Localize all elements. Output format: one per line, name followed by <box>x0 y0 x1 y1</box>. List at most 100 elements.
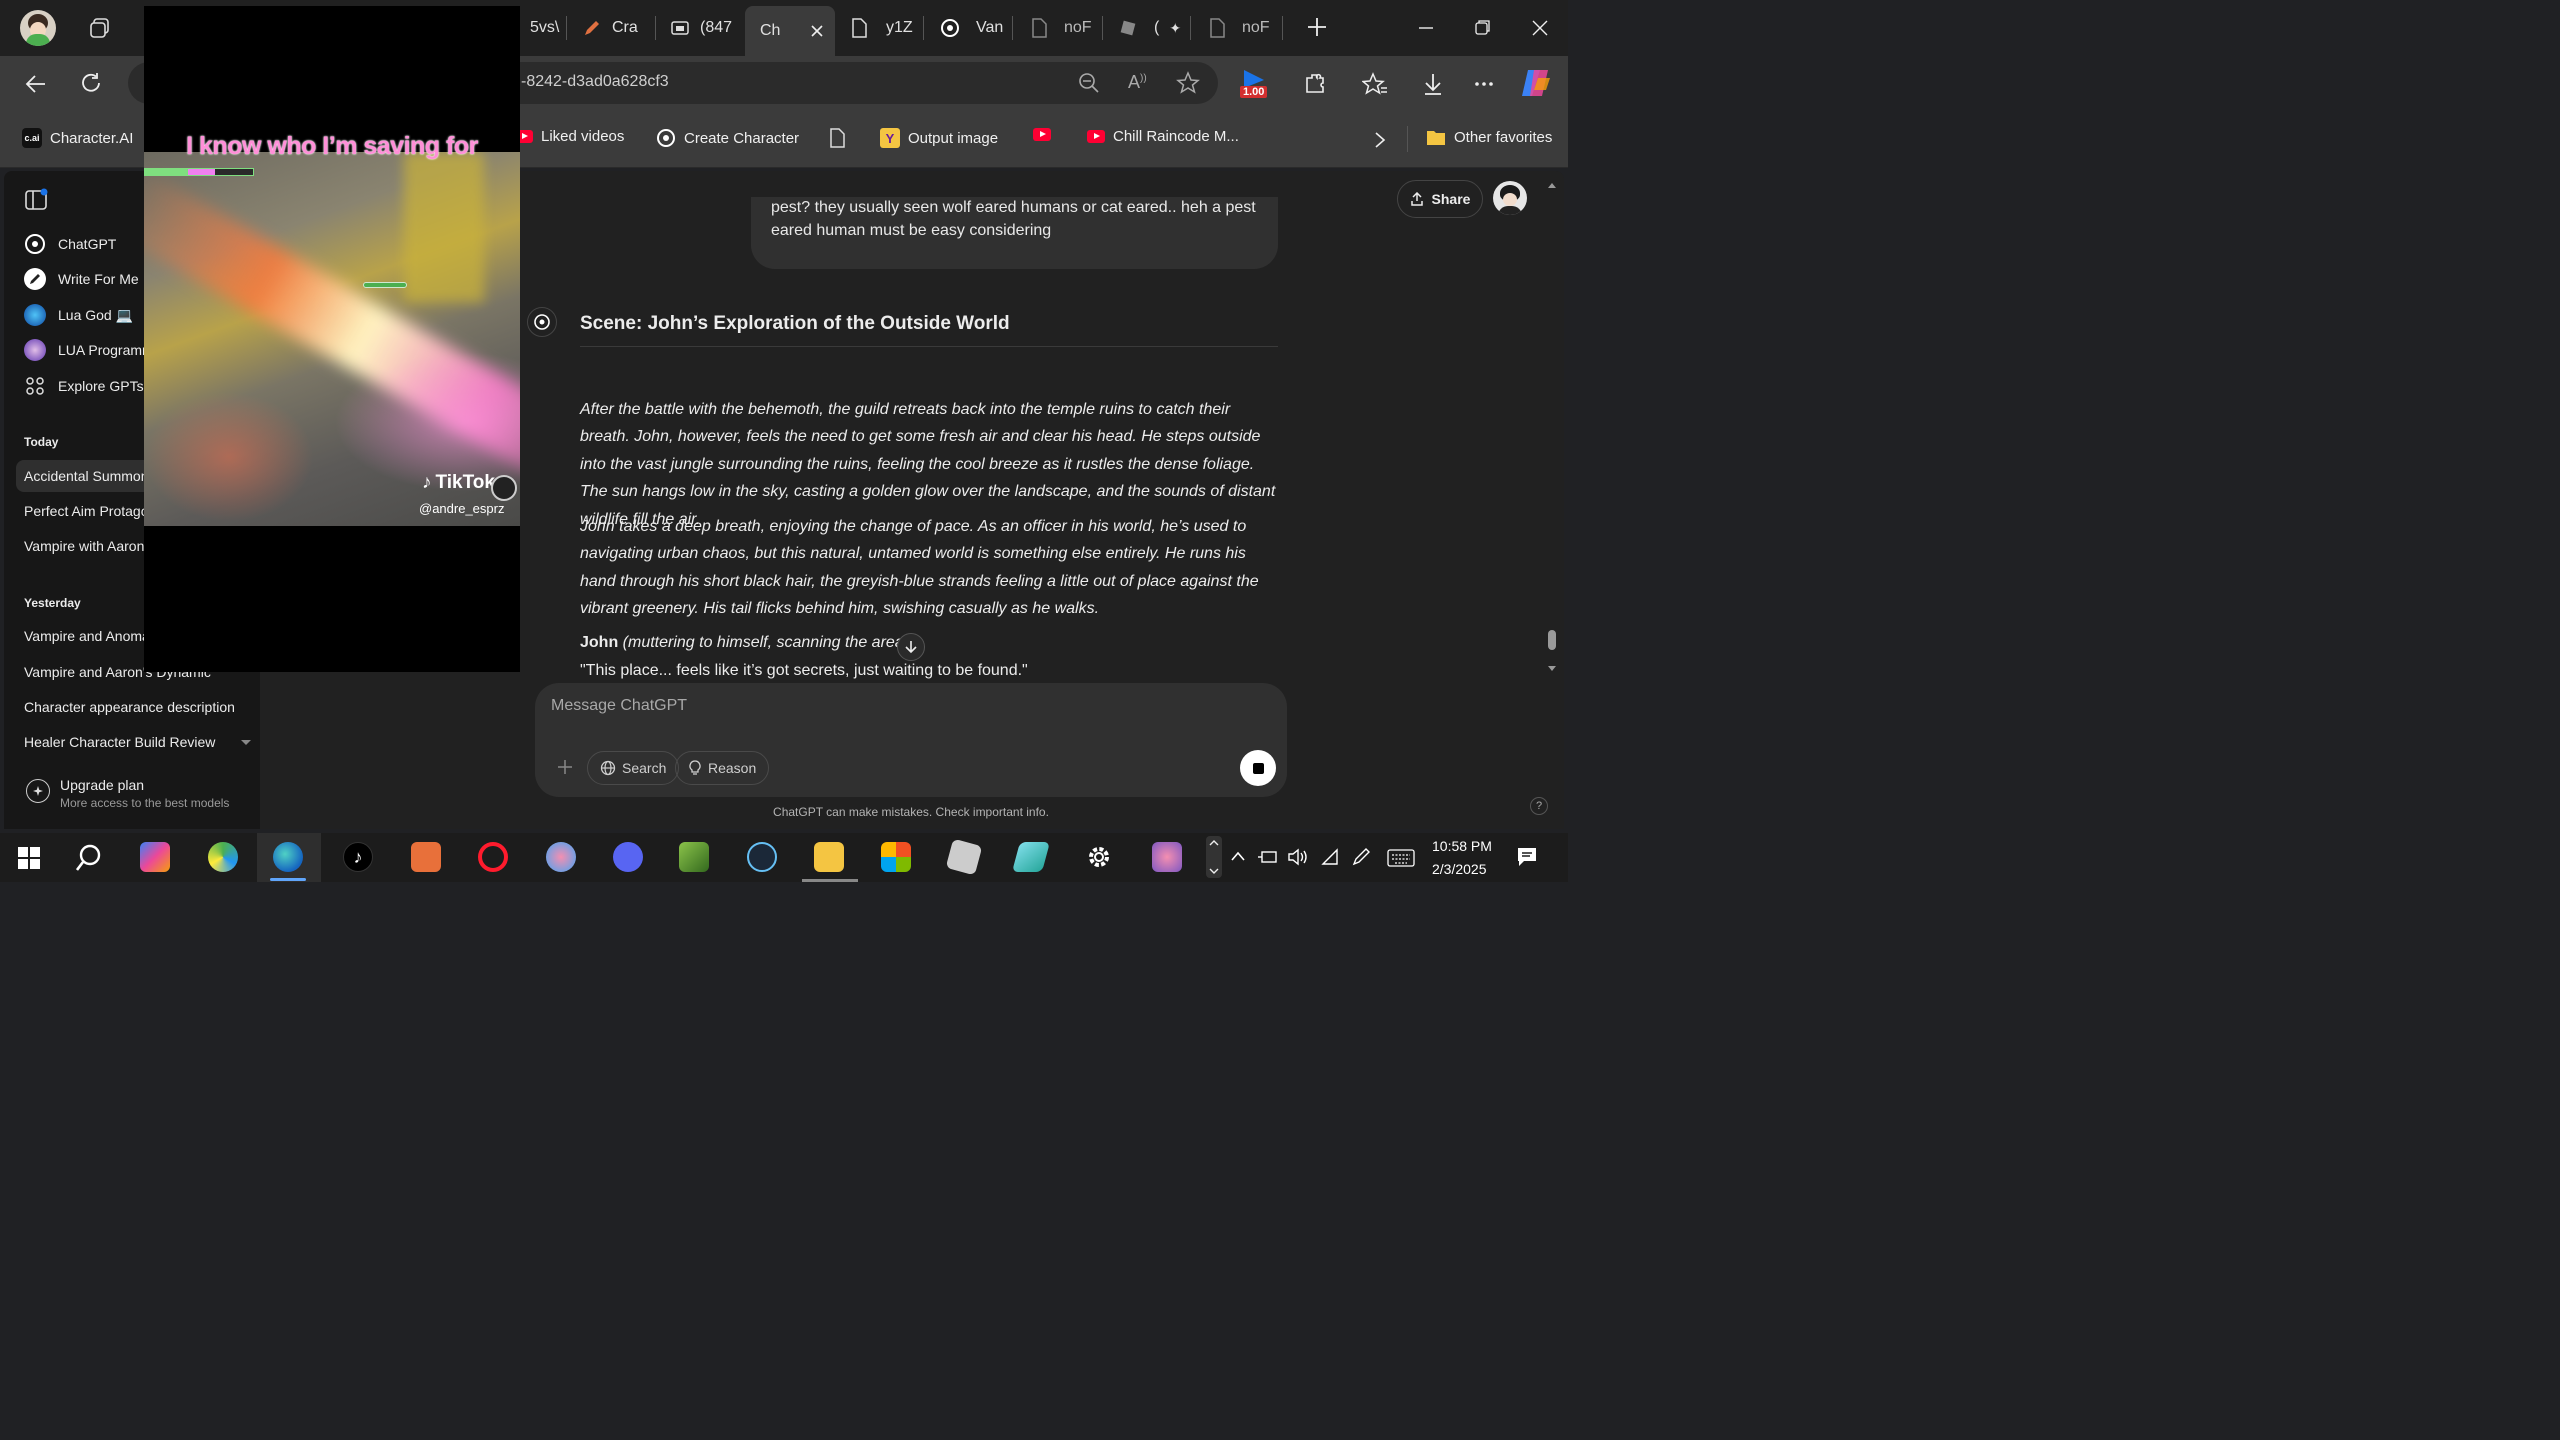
fav-page[interactable] <box>829 128 845 148</box>
favorites-icon[interactable] <box>1362 72 1388 96</box>
search-toggle-button[interactable]: Search <box>587 751 680 785</box>
fav-liked-videos[interactable]: Liked videos <box>515 128 624 145</box>
chat-history-item[interactable]: Healer Character Build Review <box>16 726 252 758</box>
wifi-icon[interactable] <box>1319 848 1341 866</box>
character-ai-icon: c.ai <box>22 128 42 148</box>
close-window-icon[interactable] <box>1532 20 1548 36</box>
active-indicator <box>270 878 306 881</box>
photos-app-icon[interactable] <box>208 842 238 872</box>
fav-other-favorites[interactable]: Other favorites <box>1426 128 1552 146</box>
share-button[interactable]: Share <box>1397 180 1483 218</box>
sidebar-item-chatgpt[interactable]: ChatGPT <box>24 233 116 255</box>
paint-app-icon[interactable] <box>546 842 576 872</box>
scroll-down-arrow-icon[interactable] <box>1547 665 1557 673</box>
sidebar-item-explore-gpts[interactable]: Explore GPTs <box>24 375 144 397</box>
openai-icon <box>656 128 676 148</box>
fav-create-character[interactable]: Create Character <box>656 128 799 148</box>
extensions-icon[interactable] <box>1303 72 1327 96</box>
anime-app-icon[interactable] <box>1152 842 1182 872</box>
tab-divider <box>1190 16 1191 40</box>
zoom-out-icon[interactable] <box>1078 72 1100 94</box>
tab-divider <box>1282 16 1283 40</box>
sidebar-toggle-icon[interactable] <box>24 187 50 213</box>
user-avatar[interactable] <box>1493 181 1527 215</box>
microsoft-store-icon[interactable] <box>881 842 911 872</box>
read-aloud-icon[interactable]: A)) <box>1128 72 1147 93</box>
media-icon <box>670 18 690 38</box>
battery-plug-icon[interactable] <box>1257 848 1279 866</box>
tab-title: ( <box>1154 19 1160 36</box>
minimize-icon[interactable] <box>1418 26 1434 30</box>
copilot-icon[interactable] <box>1520 68 1552 98</box>
chevron-up-icon[interactable] <box>1230 850 1246 862</box>
extension-video-speed-icon[interactable]: 1.00 <box>1240 68 1270 98</box>
restore-icon[interactable] <box>1475 19 1491 35</box>
scrollbar-thumb[interactable] <box>1548 630 1556 650</box>
edge-browser-icon[interactable] <box>273 842 303 872</box>
workspaces-icon[interactable] <box>88 16 112 40</box>
tab-5[interactable]: y1Z <box>840 8 920 48</box>
toolbox-app-icon[interactable] <box>411 842 441 872</box>
tiktok-app-icon[interactable]: ♪ <box>343 842 373 872</box>
chat-history-item[interactable]: Character appearance description <box>16 691 252 723</box>
user-message-bubble: pest? they usually seen wolf eared human… <box>751 197 1278 269</box>
tiktok-logo-icon: ♪ <box>422 472 432 493</box>
settings-gear-icon[interactable] <box>1086 844 1112 870</box>
stop-generating-button[interactable] <box>1240 750 1276 786</box>
roblox-app-icon[interactable] <box>945 838 983 876</box>
sidebar-item-lua-god[interactable]: Lua God 💻 <box>24 304 133 326</box>
back-icon[interactable] <box>24 72 48 96</box>
clock-time[interactable]: 10:58 PM <box>1432 838 1492 854</box>
tab-3[interactable]: (847 <box>660 8 742 48</box>
sidebar-item-label: ChatGPT <box>58 236 117 252</box>
tab-active-chatgpt[interactable]: Ch <box>745 6 835 56</box>
chevron-right-icon[interactable] <box>1374 131 1386 149</box>
fav-output-image[interactable]: Y Output image <box>880 128 998 148</box>
message-input[interactable]: Message ChatGPT <box>551 697 687 715</box>
tab-1[interactable]: 5vs\ <box>520 8 566 48</box>
steam-app-icon[interactable] <box>747 842 777 872</box>
scroll-to-bottom-button[interactable] <box>897 633 925 661</box>
tab-9[interactable]: noF <box>1198 8 1278 48</box>
help-button[interactable]: ? <box>1530 797 1548 815</box>
page-icon <box>829 128 845 148</box>
refresh-icon[interactable] <box>79 71 103 95</box>
windows-taskbar: ♪ 10:58 PM 2/3/2025 <box>0 833 1568 882</box>
tiktok-video-overlay[interactable]: I know who I’m saving for ♪ TikTok @andr… <box>144 6 520 672</box>
favorite-star-icon[interactable] <box>1176 71 1200 95</box>
roblox-studio-icon[interactable] <box>1011 842 1051 872</box>
profile-avatar[interactable] <box>20 10 56 46</box>
start-button[interactable] <box>18 847 40 869</box>
copilot-app-icon[interactable] <box>140 842 170 872</box>
attach-plus-icon[interactable] <box>557 759 573 775</box>
clock-date[interactable]: 2/3/2025 <box>1432 861 1487 877</box>
close-tab-icon[interactable] <box>810 24 824 38</box>
new-tab-icon[interactable] <box>1306 16 1328 38</box>
notifications-icon[interactable] <box>1516 846 1538 868</box>
discord-app-icon[interactable] <box>613 842 643 872</box>
tab-2[interactable]: Cra <box>572 8 652 48</box>
fav-chill-raincode[interactable]: Chill Raincode M... <box>1087 128 1239 145</box>
fav-youtube[interactable] <box>1033 128 1051 141</box>
downloads-icon[interactable] <box>1422 72 1444 96</box>
page-icon <box>1208 18 1226 38</box>
fav-character-ai[interactable]: c.ai Character.AI <box>22 128 133 148</box>
response-paragraph: John takes a deep breath, enjoying the c… <box>580 518 1259 618</box>
reason-toggle-button[interactable]: Reason <box>675 751 770 785</box>
tab-6[interactable]: Van <box>930 8 1010 48</box>
keyboard-icon[interactable] <box>1387 849 1415 867</box>
tab-divider <box>923 16 924 40</box>
search-icon[interactable] <box>76 844 102 872</box>
upgrade-plan-button[interactable]: Upgrade plan More access to the best mod… <box>4 767 260 829</box>
sidebar-item-write-for-me[interactable]: Write For Me <box>24 268 139 290</box>
volume-icon[interactable] <box>1287 848 1309 866</box>
chevron-down-icon[interactable] <box>240 739 252 747</box>
opera-browser-icon[interactable] <box>478 842 508 872</box>
image-editor-app-icon[interactable] <box>679 842 709 872</box>
pen-menu-icon[interactable] <box>1351 847 1373 867</box>
tab-7[interactable]: noF <box>1020 8 1100 48</box>
scroll-up-arrow-icon[interactable] <box>1547 181 1557 189</box>
more-menu-icon[interactable] <box>1474 81 1494 87</box>
taskbar-overflow-scroller[interactable] <box>1206 836 1222 878</box>
tab-8[interactable]: ( ✦ <box>1108 8 1188 48</box>
